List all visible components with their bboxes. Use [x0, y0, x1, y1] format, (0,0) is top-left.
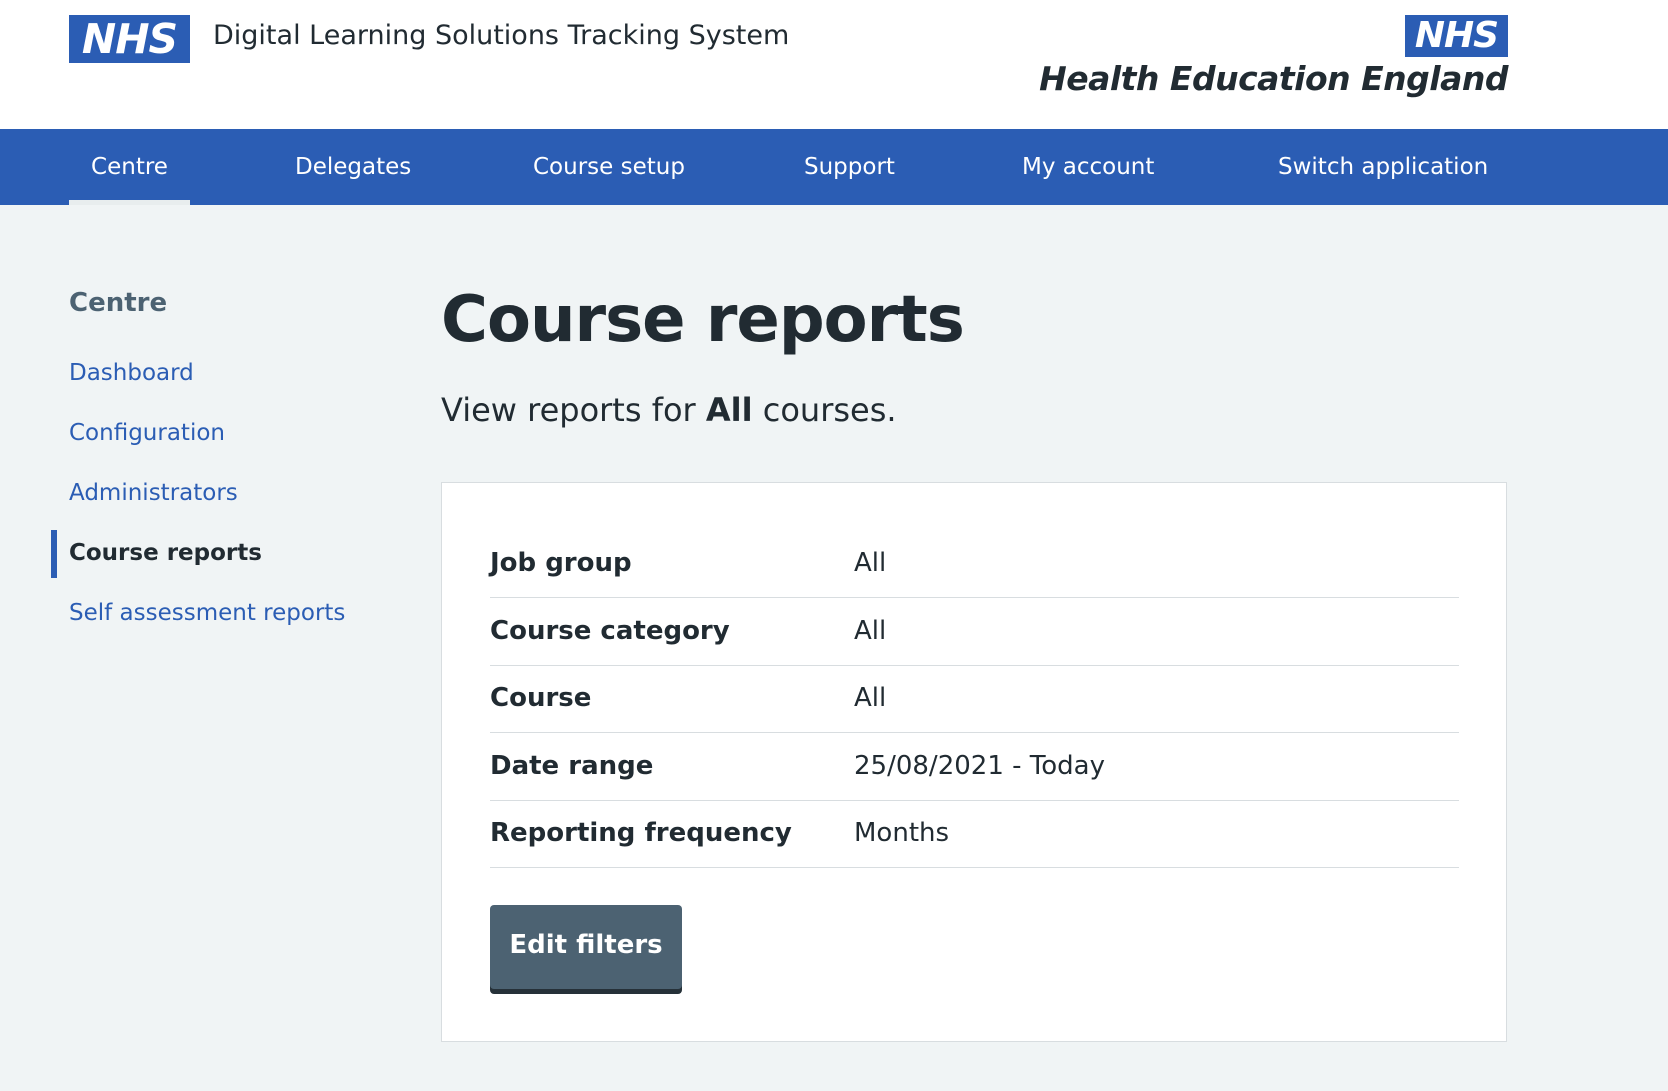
- service-name[interactable]: Digital Learning Solutions Tracking Syst…: [213, 16, 789, 56]
- summary-key: Course category: [490, 616, 730, 646]
- summary-row-job-group: Job group All: [490, 529, 1459, 598]
- summary-value: 25/08/2021 - Today: [854, 751, 1105, 781]
- summary-row-date-range: Date range 25/08/2021 - Today: [490, 732, 1459, 801]
- sidebar-item-self-assessment-reports[interactable]: Self assessment reports: [69, 597, 345, 629]
- nav-item-delegates[interactable]: Delegates: [295, 129, 411, 205]
- summary-key: Reporting frequency: [490, 818, 792, 848]
- summary-value: Months: [854, 818, 950, 848]
- summary-value: All: [854, 683, 887, 713]
- edit-filters-button[interactable]: Edit filters: [490, 905, 682, 989]
- hee-nhs-logo: NHS: [1405, 15, 1508, 57]
- sidebar-item-course-reports[interactable]: Course reports: [69, 537, 262, 569]
- summary-key: Course: [490, 683, 592, 713]
- lead-bold: All: [705, 391, 753, 429]
- primary-nav: Centre Delegates Course setup Support My…: [0, 129, 1668, 205]
- summary-value: All: [854, 548, 887, 578]
- summary-row-reporting-frequency: Reporting frequency Months: [490, 799, 1459, 868]
- nav-item-my-account[interactable]: My account: [1022, 129, 1154, 205]
- nav-item-centre[interactable]: Centre: [69, 129, 190, 205]
- sidebar-item-configuration[interactable]: Configuration: [69, 417, 225, 449]
- sidebar-item-dashboard[interactable]: Dashboard: [69, 357, 194, 389]
- sidebar-heading: Centre: [69, 288, 168, 318]
- summary-value: All: [854, 616, 887, 646]
- header: NHS Digital Learning Solutions Tracking …: [0, 0, 1668, 129]
- lead-suffix: courses.: [752, 391, 897, 429]
- nhs-logo[interactable]: NHS: [69, 15, 190, 63]
- summary-key: Job group: [490, 548, 632, 578]
- sidebar-current-indicator: [51, 530, 57, 578]
- hee-logo-text: Health Education England: [1039, 59, 1508, 98]
- summary-row-course: Course All: [490, 664, 1459, 733]
- sidebar-item-administrators[interactable]: Administrators: [69, 477, 238, 509]
- nav-item-support[interactable]: Support: [804, 129, 895, 205]
- page-title: Course reports: [441, 283, 965, 357]
- nav-item-switch-application[interactable]: Switch application: [1278, 129, 1488, 205]
- lead-prefix: View reports for: [441, 391, 706, 429]
- summary-key: Date range: [490, 751, 654, 781]
- lead-text: View reports for All courses.: [441, 388, 897, 432]
- summary-row-course-category: Course category All: [490, 597, 1459, 666]
- nav-item-course-setup[interactable]: Course setup: [533, 129, 685, 205]
